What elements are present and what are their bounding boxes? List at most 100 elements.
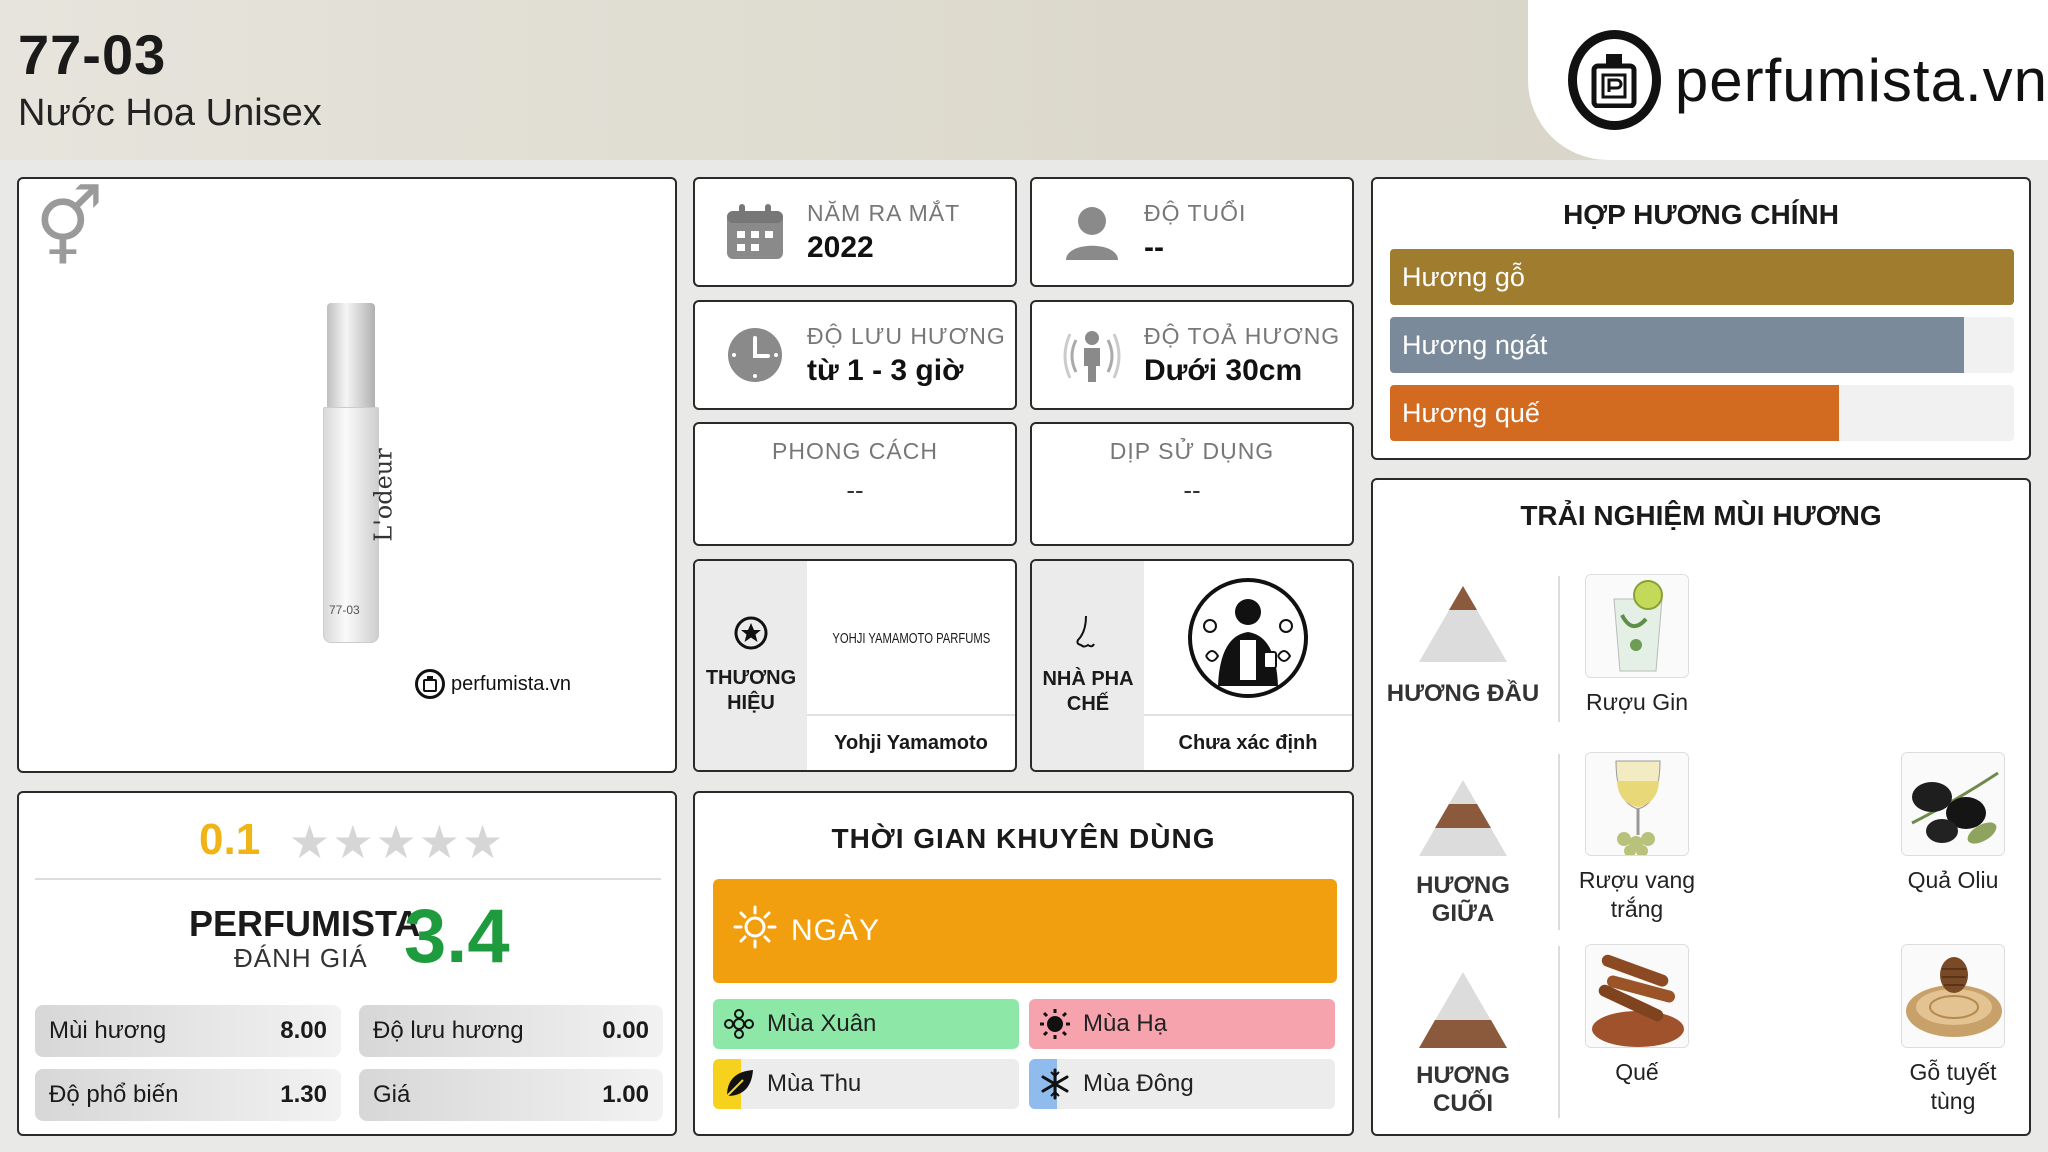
main-accords-card: HỢP HƯƠNG CHÍNH Hương gỗ Hương ngát Hươn… [1371,177,2031,460]
star-icon[interactable]: ★ [419,816,462,868]
unisex-icon: ⚥ [35,186,104,271]
metric-scent: Mùi hương 8.00 [35,1005,341,1057]
layer-name-base: HƯƠNG CUỐI [1416,1062,1510,1117]
header: 77-03 Nước Hoa Unisex perfumista.vn [0,0,2048,160]
note-item[interactable]: Rượu Gin [1577,574,1697,717]
season-label: Mùa Hạ [1083,1010,1168,1037]
perfumer-illustration [1188,578,1308,698]
watermark: perfumista.vn [415,669,571,699]
recommended-time-card: THỜI GIAN KHUYÊN DÙNG NGÀY Mùa Xuân Mùa … [693,791,1354,1136]
info-value: từ 1 - 3 giờ [807,353,964,387]
age-card: ĐỘ TUỔI -- [1030,177,1354,287]
metric-value: 1.30 [280,1081,327,1108]
star-icon[interactable]: ★ [462,816,505,868]
brand-name[interactable]: Yohji Yamamoto [807,714,1015,770]
brand-side: THƯƠNG HIỆU [695,561,807,770]
nose-icon [1072,614,1104,659]
accord-fill: Hương gỗ [1390,249,2014,305]
info-value: -- [846,475,864,505]
season-label: Mùa Thu [767,1070,862,1097]
perfumista-score: 3.4 [404,894,510,979]
time-title: THỜI GIAN KHUYÊN DÙNG [831,823,1216,854]
perfumer-avatar [1144,561,1352,715]
accord-bar: Hương gỗ [1390,249,2014,305]
divider [35,878,661,880]
leaf-icon [723,1068,755,1100]
season-label: Mùa Xuân [767,1010,877,1037]
snowflake-icon [1039,1068,1071,1100]
rating-card: 0.1 ★★★★★ PERFUMISTA ĐÁNH GIÁ 3.4 Mùi hư… [17,791,677,1136]
perfume-bottle-image: L'odeur 77-03 [319,303,398,643]
layer-name-middle: HƯƠNG GIỮA [1416,872,1510,927]
bottle-label: L'odeur [369,448,398,542]
site-logo[interactable]: perfumista.vn [1528,0,2048,160]
note-label: Quế [1615,1059,1659,1085]
metric-popularity: Độ phổ biến 1.30 [35,1069,341,1121]
accord-label: Hương ngát [1402,329,1548,360]
divider [1558,576,1560,722]
metric-label: Giá [373,1081,411,1108]
user-score: 0.1 [199,815,261,864]
longevity-card: ĐỘ LƯU HƯƠNG từ 1 - 3 giờ [693,300,1017,410]
metric-price: Giá 1.00 [359,1069,663,1121]
perfume-bottle-icon [1568,30,1661,130]
day-label: NGÀY [791,914,881,947]
brand-card[interactable]: THƯƠNG HIỆU YOHJI YAMAMOTO PARFUMS Yohji… [693,559,1017,772]
season-autumn: Mùa Thu [713,1059,1019,1109]
note-label: Rượu vang trắng [1578,867,1696,922]
accord-fill: Hương quế [1390,385,1840,441]
brand-side-label: THƯƠNG HIỆU [705,667,797,714]
season-spring: Mùa Xuân [713,999,1019,1049]
info-value: Dưới 30cm [1144,353,1303,387]
sillage-card: ĐỘ TOẢ HƯƠNG Dưới 30cm [1030,300,1354,410]
star-icon[interactable]: ★ [289,816,332,868]
sun-icon [733,905,777,957]
accords-title: HỢP HƯƠNG CHÍNH [1563,199,1839,230]
logo-text: perfumista.vn [1674,46,2048,114]
star-circle-icon [733,615,769,658]
note-item[interactable]: Quế [1577,944,1697,1087]
perfumer-card[interactable]: NHÀ PHA CHẾ Chưa xác định [1030,559,1354,772]
note-item[interactable]: Rượu vang trắng [1577,752,1697,924]
note-image-olive [1901,752,2005,856]
clock-icon [723,323,787,387]
accord-label: Hương quế [1402,397,1540,428]
metric-value: 0.00 [602,1017,649,1044]
perfume-bottle-icon [415,669,445,699]
info-value: -- [1144,230,1164,264]
accord-bar: Hương ngát [1390,317,2014,373]
perfumer-side-label: NHÀ PHA CHẾ [1042,668,1134,715]
flower-icon [723,1008,755,1040]
scent-experience-card: TRẢI NGHIỆM MÙI HƯƠNG HƯƠNG ĐẦU Rượu Gin… [1371,478,2031,1136]
brand-logo: YOHJI YAMAMOTO PARFUMS [807,561,1015,715]
note-item[interactable]: Quả Oliu [1893,752,2013,895]
divider [1558,946,1560,1118]
pyramid-middle-icon [1419,780,1507,856]
note-image-cinnamon [1585,944,1689,1048]
star-icon[interactable]: ★ [376,816,419,868]
perfumista-label: PERFUMISTA [189,903,421,944]
note-label: Gỗ tuyết tùng [1909,1059,1997,1114]
note-image-gin [1585,574,1689,678]
perfumer-name[interactable]: Chưa xác định [1144,714,1352,770]
accord-label: Hương gỗ [1402,261,1525,292]
calendar-icon [723,200,787,264]
perfumer-side: NHÀ PHA CHẾ [1032,561,1144,770]
brand-logo-text: YOHJI YAMAMOTO PARFUMS [832,629,990,647]
accord-bar: Hương quế [1390,385,2014,441]
season-winter: Mùa Đông [1029,1059,1335,1109]
perfumista-sub: ĐÁNH GIÁ [234,943,368,973]
metric-longevity: Độ lưu hương 0.00 [359,1005,663,1057]
star-icon[interactable]: ★ [332,816,375,868]
info-value: 2022 [807,230,874,264]
day-bar: NGÀY [713,879,1337,983]
bottle-number: 77-03 [329,603,360,617]
release-year-card: NĂM RA MẮT 2022 [693,177,1017,287]
product-image-card: ⚥ L'odeur 77-03 perfumista.vn [17,177,677,773]
sillage-icon [1060,323,1124,387]
info-value: -- [1183,475,1201,505]
experience-title: TRẢI NGHIỆM MÙI HƯƠNG [1520,500,1882,531]
star-rating[interactable]: ★★★★★ [289,815,505,869]
note-item[interactable]: Gỗ tuyết tùng [1893,944,2013,1116]
accord-fill: Hương ngát [1390,317,1965,373]
